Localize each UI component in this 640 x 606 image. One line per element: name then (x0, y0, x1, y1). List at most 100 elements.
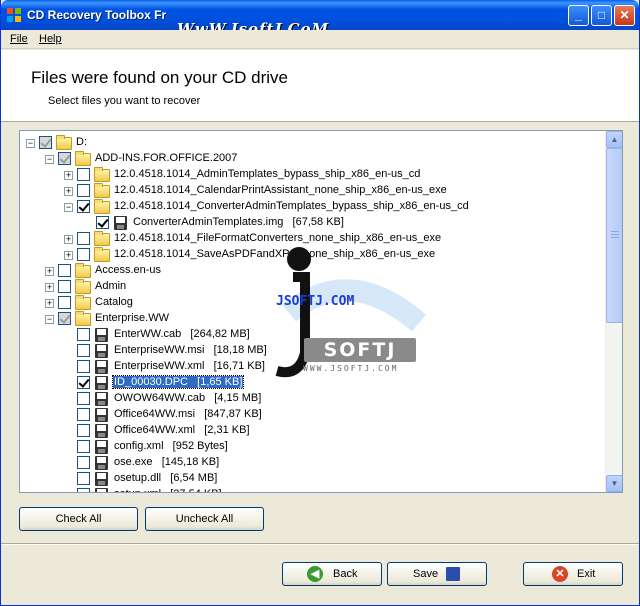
tree-item-label[interactable]: ID_00030.DPC [1,65 KB] (111, 375, 245, 389)
tree-checkbox[interactable] (77, 456, 90, 469)
vertical-scrollbar[interactable]: ▲ ▼ (605, 131, 622, 492)
tree-checkbox[interactable] (77, 200, 90, 213)
tree-row[interactable]: ID_00030.DPC [1,65 KB] (20, 375, 605, 391)
page-title: Files were found on your CD drive (31, 68, 289, 87)
tree-checkbox[interactable] (77, 248, 90, 261)
tree-item-label[interactable]: EnterpriseWW.xml [16,71 KB] (113, 360, 266, 372)
tree-item-label[interactable]: ConverterAdminTemplates.img [67,58 KB] (132, 216, 345, 228)
tree-checkbox[interactable] (77, 392, 90, 405)
menu-help[interactable]: Help (39, 33, 62, 45)
back-button[interactable]: ◀ Back (282, 562, 382, 586)
tree-item-label[interactable]: EnterWW.cab [264,82 MB] (113, 328, 251, 340)
tree-checkbox[interactable] (77, 232, 90, 245)
page-subtitle: Select files you want to recover (48, 95, 201, 107)
expand-icon[interactable]: + (45, 283, 54, 292)
menu-bar: File Help (1, 30, 639, 49)
menu-file[interactable]: File (10, 33, 28, 45)
tree-item-label[interactable]: ose.exe [145,18 KB] (113, 456, 220, 468)
minimize-button[interactable]: _ (568, 5, 589, 26)
save-button[interactable]: Save (387, 562, 487, 586)
uncheck-all-button[interactable]: Uncheck All (145, 507, 264, 531)
tree-item-label[interactable]: setup.xml [27,54 KB] (113, 488, 223, 492)
expand-icon[interactable]: + (64, 187, 73, 196)
tree-row[interactable]: OWOW64WW.cab [4,15 MB] (20, 391, 605, 407)
tree-row[interactable]: +12.0.4518.1014_AdminTemplates_bypass_sh… (20, 167, 605, 183)
tree-checkbox[interactable] (39, 136, 52, 149)
tree-row[interactable]: − ADD-INS.FOR.OFFICE.2007 (20, 151, 605, 167)
tree-checkbox[interactable] (77, 168, 90, 181)
tree-checkbox[interactable] (96, 216, 109, 229)
tree-checkbox[interactable] (77, 488, 90, 492)
tree-checkbox[interactable] (58, 264, 71, 277)
collapse-icon[interactable]: − (45, 155, 54, 164)
disk-shape (95, 392, 108, 406)
title-bar[interactable]: CD Recovery Toolbox Fr WwW.JsoftJ.CoM _ … (1, 0, 639, 38)
tree-item-label[interactable]: EnterpriseWW.msi [18,18 MB] (113, 344, 268, 356)
tree-row[interactable]: − D: (20, 135, 605, 151)
file-tree[interactable]: − D: − ADD-INS.FOR.OFFICE.2007 +12.0.4518.10… (19, 130, 623, 493)
tree-checkbox[interactable] (77, 328, 90, 341)
expand-icon[interactable]: + (45, 299, 54, 308)
tree-checkbox[interactable] (77, 472, 90, 485)
tree-item-label[interactable]: osetup.dll [6,54 MB] (113, 472, 218, 484)
tree-checkbox[interactable] (58, 312, 71, 325)
tree-checkbox[interactable] (77, 360, 90, 373)
tree-checkbox[interactable] (77, 376, 90, 389)
tree-checkbox[interactable] (58, 152, 71, 165)
tree-item-label[interactable]: 12.0.4518.1014_FileFormatConverters_none… (113, 232, 442, 244)
tree-item-label[interactable]: OWOW64WW.cab [4,15 MB] (113, 392, 262, 404)
scroll-down-arrow-icon[interactable]: ▼ (606, 475, 622, 492)
tree-item-label[interactable]: D: (75, 136, 88, 148)
expand-icon[interactable]: + (64, 251, 73, 260)
tree-item-label[interactable]: Catalog (94, 296, 134, 308)
tree-row[interactable]: Office64WW.msi [847,87 KB] (20, 407, 605, 423)
tree-item-label[interactable]: Office64WW.xml [2,31 KB] (113, 424, 251, 436)
tree-item-label[interactable]: config.xml [952 Bytes] (113, 440, 229, 452)
tree-checkbox[interactable] (58, 280, 71, 293)
close-button[interactable]: ✕ (614, 5, 635, 26)
tree-row[interactable]: +12.0.4518.1014_FileFormatConverters_non… (20, 231, 605, 247)
expand-icon[interactable]: + (45, 267, 54, 276)
watermark-logo-text: SOFTJ (304, 338, 416, 362)
tree-row[interactable]: config.xml [952 Bytes] (20, 439, 605, 455)
collapse-icon[interactable]: − (45, 315, 54, 324)
tree-item-label[interactable]: Enterprise.WW (94, 312, 170, 324)
tree-row[interactable]: Office64WW.xml [2,31 KB] (20, 423, 605, 439)
tree-checkbox[interactable] (58, 296, 71, 309)
tree-checkbox[interactable] (77, 440, 90, 453)
tree-row[interactable]: osetup.dll [6,54 MB] (20, 471, 605, 487)
tree-row[interactable]: +12.0.4518.1014_SaveAsPDFandXPS_none_shi… (20, 247, 605, 263)
disk-icon (94, 487, 110, 492)
tree-checkbox[interactable] (77, 184, 90, 197)
exit-button[interactable]: ✕ Exit (523, 562, 623, 586)
expand-icon[interactable]: + (64, 235, 73, 244)
collapse-icon[interactable]: − (26, 139, 35, 148)
scroll-up-arrow-icon[interactable]: ▲ (606, 131, 622, 148)
check-all-button[interactable]: Check All (19, 507, 138, 531)
tree-item-label[interactable]: Access.en-us (94, 264, 162, 276)
tree-row[interactable]: ose.exe [145,18 KB] (20, 455, 605, 471)
tree-checkbox[interactable] (77, 408, 90, 421)
folder-icon (94, 247, 110, 263)
collapse-icon[interactable]: − (64, 203, 73, 212)
tree-row[interactable]: − 12.0.4518.1014_ConverterAdminTemplates_… (20, 199, 605, 215)
tree-checkbox[interactable] (77, 424, 90, 437)
scroll-thumb[interactable] (606, 148, 622, 323)
expand-icon[interactable]: + (64, 171, 73, 180)
tree-row[interactable]: − Enterprise.WW (20, 311, 605, 327)
tree-row[interactable]: +12.0.4518.1014_CalendarPrintAssistant_n… (20, 183, 605, 199)
tree-row[interactable]: setup.xml [27,54 KB] (20, 487, 605, 492)
tree-item-label[interactable]: Admin (94, 280, 127, 292)
tree-row[interactable]: + Access.en-us (20, 263, 605, 279)
tree-checkbox[interactable] (77, 344, 90, 357)
scroll-grip (611, 234, 619, 235)
maximize-button[interactable]: □ (591, 5, 612, 26)
tree-item-label[interactable]: Office64WW.msi [847,87 KB] (113, 408, 263, 420)
tree-item-label[interactable]: 12.0.4518.1014_ConverterAdminTemplates_b… (113, 200, 470, 212)
tree-row[interactable]: + Admin (20, 279, 605, 295)
tree-row[interactable]: ConverterAdminTemplates.img [67,58 KB] (20, 215, 605, 231)
tree-item-label[interactable]: 12.0.4518.1014_AdminTemplates_bypass_shi… (113, 168, 421, 180)
tree-item-label[interactable]: 12.0.4518.1014_SaveAsPDFandXPS_none_ship… (113, 248, 436, 260)
tree-item-label[interactable]: 12.0.4518.1014_CalendarPrintAssistant_no… (113, 184, 448, 196)
tree-item-label[interactable]: ADD-INS.FOR.OFFICE.2007 (94, 152, 238, 164)
